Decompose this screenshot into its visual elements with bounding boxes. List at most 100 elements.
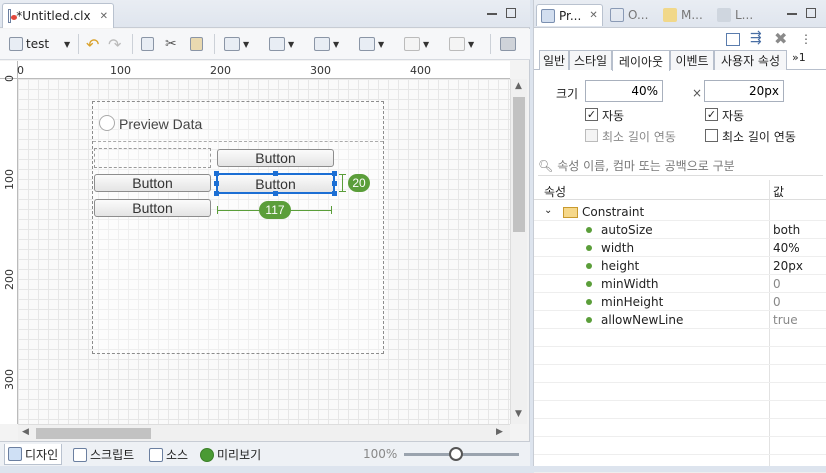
arrange-button[interactable]: ▼ — [359, 35, 384, 53]
editor-tab-bar: *Untitled.clx ✕ — [0, 0, 530, 28]
property-dot-icon — [586, 263, 592, 269]
align-top-button[interactable]: ▼ — [269, 35, 294, 53]
subtab-user-attribute[interactable]: 사용자 속성 — [714, 50, 787, 70]
property-value[interactable]: 0 — [773, 295, 781, 309]
editor-tab-untitled[interactable]: *Untitled.clx ✕ — [2, 3, 114, 28]
scroll-left-icon[interactable]: ◀ — [22, 427, 29, 437]
resize-handle[interactable] — [273, 191, 278, 196]
preview-radio[interactable] — [99, 115, 115, 131]
horizontal-ruler: 0 100 200 300 400 — [17, 61, 510, 79]
property-value[interactable]: 0 — [773, 277, 781, 291]
new-window-icon[interactable] — [726, 33, 740, 46]
property-row[interactable]: allowNewLine true — [534, 311, 826, 329]
property-name: height — [601, 259, 640, 273]
min-height-link-checkbox[interactable] — [705, 129, 718, 142]
scroll-up-icon[interactable]: ▲ — [515, 81, 522, 91]
align-left-button[interactable]: ▼ — [224, 35, 249, 53]
resize-handle[interactable] — [332, 171, 337, 176]
empty-row — [534, 383, 826, 401]
maximize-icon[interactable] — [806, 8, 816, 18]
property-row[interactable]: width 40% — [534, 239, 826, 257]
close-tab-icon[interactable]: ✕ — [589, 10, 597, 21]
minimize-icon[interactable] — [787, 9, 797, 15]
minimize-icon[interactable] — [487, 9, 497, 15]
property-name: autoSize — [601, 223, 653, 237]
search-icon: 🔍︎ — [538, 158, 554, 173]
scroll-down-icon[interactable]: ▼ — [515, 409, 522, 419]
resize-handle[interactable] — [332, 181, 337, 186]
subtab-layout[interactable]: 레이아웃 — [612, 50, 670, 71]
property-value[interactable]: both — [773, 223, 800, 237]
auto-height-label: 자동 — [722, 109, 745, 123]
property-row[interactable]: minHeight 0 — [534, 293, 826, 311]
property-value[interactable]: true — [773, 313, 798, 327]
horizontal-scroll-thumb[interactable] — [36, 428, 151, 439]
close-tab-icon[interactable]: ✕ — [100, 11, 108, 22]
tab-design-label: 디자인 — [25, 447, 59, 462]
form-container[interactable]: Preview Data Button Button Button Button… — [92, 101, 384, 354]
property-row[interactable]: height 20px — [534, 257, 826, 275]
canvas-button[interactable]: Button — [94, 174, 211, 192]
min-width-link-checkbox[interactable] — [585, 129, 598, 142]
tab-design[interactable]: 디자인 — [4, 444, 63, 465]
properties-tab-bar: Pr... ✕ O... M... L... — [534, 0, 826, 28]
horizontal-scrollbar[interactable]: ◀ ▶ — [18, 424, 510, 441]
cut-button[interactable]: ✂ — [165, 35, 177, 53]
tab-script[interactable]: 스크립트 — [70, 444, 137, 465]
height-input[interactable] — [704, 80, 784, 102]
tab-outline[interactable]: O... — [610, 4, 648, 26]
preview-data-label: Preview Data — [119, 116, 203, 132]
vertical-scrollbar[interactable]: ▲ ▼ — [510, 79, 527, 424]
tab-m[interactable]: M... — [663, 4, 703, 26]
empty-row — [534, 455, 826, 473]
property-value[interactable]: 20px — [773, 259, 803, 273]
chevron-down-icon: ▼ — [378, 39, 385, 49]
property-value[interactable]: 40% — [773, 241, 800, 255]
platform-selector[interactable]: test ▼ — [9, 35, 70, 53]
auto-width-checkbox[interactable]: ✓ — [585, 108, 598, 121]
copy-button[interactable] — [141, 35, 154, 53]
vertical-ruler: 0 100 200 300 — [0, 75, 18, 424]
col-header-name: 속성 — [544, 185, 567, 199]
size-label: 크기 — [556, 87, 579, 101]
undo-button[interactable]: ↶ — [86, 35, 99, 54]
resize-handle[interactable] — [332, 191, 337, 196]
subtab-general[interactable]: 일반 — [539, 50, 569, 70]
subtab-style[interactable]: 스타일 — [569, 50, 612, 70]
maximize-icon[interactable] — [506, 8, 516, 18]
paste-button[interactable] — [190, 35, 203, 53]
canvas-button[interactable]: Button — [217, 149, 334, 167]
property-row[interactable]: autoSize both — [534, 221, 826, 239]
canvas-button[interactable]: Button — [94, 199, 211, 217]
grid-layout-button[interactable]: ▼ — [404, 35, 429, 53]
design-canvas[interactable]: Preview Data Button Button Button Button… — [18, 79, 510, 424]
subtab-event[interactable]: 이벤트 — [670, 50, 714, 70]
property-row[interactable]: minWidth 0 — [534, 275, 826, 293]
view-menu-icon[interactable]: ⋮ — [800, 32, 812, 46]
resize-handle[interactable] — [214, 181, 219, 186]
empty-grid-cell[interactable] — [94, 148, 211, 168]
expand-chevron-icon[interactable]: ⌄ — [544, 205, 552, 216]
auto-height-checkbox[interactable]: ✓ — [705, 108, 718, 121]
scroll-right-icon[interactable]: ▶ — [496, 427, 503, 437]
more-tabs[interactable]: »1 — [792, 51, 806, 64]
zoom-slider-knob[interactable] — [448, 447, 463, 461]
delete-icon[interactable]: ✖ — [774, 29, 787, 48]
resize-handle[interactable] — [273, 171, 278, 176]
width-input[interactable] — [585, 80, 663, 102]
group-row-constraint[interactable]: ⌄ Constraint — [534, 203, 826, 221]
vertical-scroll-thumb[interactable] — [513, 97, 525, 232]
tab-source[interactable]: 소스 — [146, 444, 191, 465]
resize-handle[interactable] — [214, 171, 219, 176]
tab-properties[interactable]: Pr... ✕ — [536, 4, 603, 26]
tab-l[interactable]: L... — [717, 4, 753, 26]
size-button[interactable]: ▼ — [449, 35, 474, 53]
property-search[interactable]: 🔍︎ 속성 이름, 컴마 또는 공백으로 구분 — [538, 156, 823, 176]
distribute-button[interactable]: ▼ — [314, 35, 339, 53]
screenshot-button[interactable] — [500, 35, 516, 53]
tab-m-label: M... — [681, 8, 703, 22]
redo-button[interactable]: ↷ — [108, 35, 121, 54]
tab-preview[interactable]: 미리보기 — [197, 444, 264, 465]
resize-handle[interactable] — [214, 191, 219, 196]
pin-icon[interactable]: ⇶ — [750, 30, 762, 46]
